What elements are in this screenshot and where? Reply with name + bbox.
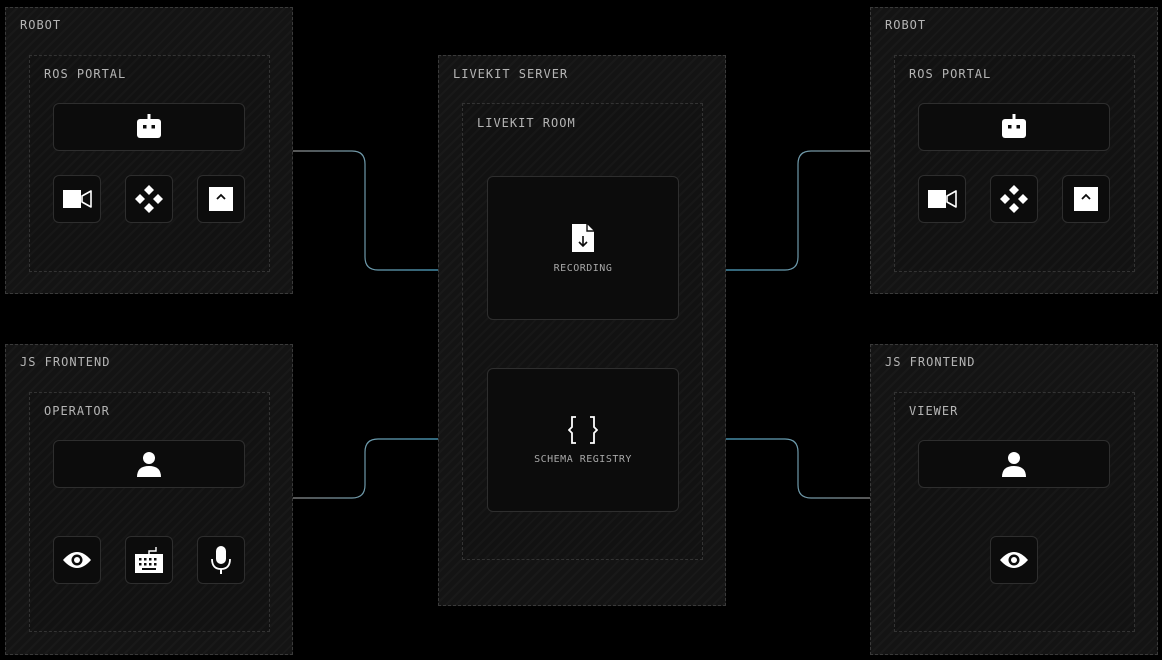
- robot-icon: [137, 114, 161, 138]
- user-icon: [1002, 452, 1026, 477]
- keyboard-icon: [135, 547, 163, 573]
- server-title: LIVEKIT SERVER: [453, 67, 569, 81]
- ros-portal-title: ROS PORTAL: [44, 67, 127, 81]
- caret-up-icon: [209, 187, 233, 211]
- frontend-title: JS FRONTEND: [20, 355, 111, 369]
- recording-label: RECORDING: [553, 262, 613, 274]
- microphone-node[interactable]: [197, 536, 245, 584]
- video-camera-icon: [63, 190, 92, 208]
- robot-node[interactable]: [53, 103, 245, 151]
- file-download-icon: [572, 223, 594, 252]
- schema-registry-node[interactable]: SCHEMA REGISTRY: [487, 368, 679, 512]
- recording-node[interactable]: RECORDING: [487, 176, 679, 320]
- room-title: LIVEKIT ROOM: [477, 116, 576, 130]
- caret-node[interactable]: [197, 175, 245, 223]
- video-node[interactable]: [918, 175, 966, 223]
- livekit-room-panel: LIVEKIT ROOM RECORDING SCHEMA REGISTRY: [462, 103, 703, 560]
- video-camera-icon: [928, 190, 957, 208]
- user-node[interactable]: [53, 440, 245, 488]
- gamepad-node[interactable]: [125, 175, 173, 223]
- frontend-panel-left: JS FRONTEND OPERATOR: [5, 344, 293, 655]
- ros-portal-panel: ROS PORTAL: [894, 55, 1135, 272]
- user-node[interactable]: [918, 440, 1110, 488]
- braces-icon: [568, 415, 598, 444]
- eye-icon: [63, 552, 91, 568]
- caret-node[interactable]: [1062, 175, 1110, 223]
- viewer-title: VIEWER: [909, 404, 959, 418]
- eye-icon: [1000, 552, 1028, 568]
- gamepad-icon: [1000, 185, 1028, 213]
- connector-frontend-left: [293, 438, 438, 499]
- viewer-panel: VIEWER: [894, 392, 1135, 632]
- eye-node[interactable]: [53, 536, 101, 584]
- ros-portal-panel: ROS PORTAL: [29, 55, 270, 272]
- video-node[interactable]: [53, 175, 101, 223]
- livekit-server-panel: LIVEKIT SERVER LIVEKIT ROOM RECORDING SC…: [438, 55, 726, 606]
- microphone-icon: [211, 546, 231, 574]
- robot-node[interactable]: [918, 103, 1110, 151]
- connector-frontend-right: [726, 438, 870, 499]
- gamepad-icon: [135, 185, 163, 213]
- frontend-title: JS FRONTEND: [885, 355, 976, 369]
- eye-node[interactable]: [990, 536, 1038, 584]
- operator-panel: OPERATOR: [29, 392, 270, 632]
- operator-title: OPERATOR: [44, 404, 110, 418]
- user-icon: [137, 452, 161, 477]
- robot-panel-right: ROBOT ROS PORTAL: [870, 7, 1158, 294]
- robot-title: ROBOT: [885, 18, 927, 32]
- keyboard-node[interactable]: [125, 536, 173, 584]
- caret-up-icon: [1074, 187, 1098, 211]
- schema-registry-label: SCHEMA REGISTRY: [534, 453, 632, 465]
- connector-robot-left: [293, 150, 438, 271]
- frontend-panel-right: JS FRONTEND VIEWER: [870, 344, 1158, 655]
- robot-icon: [1002, 114, 1026, 138]
- ros-portal-title: ROS PORTAL: [909, 67, 992, 81]
- robot-title: ROBOT: [20, 18, 62, 32]
- robot-panel-left: ROBOT ROS PORTAL: [5, 7, 293, 294]
- gamepad-node[interactable]: [990, 175, 1038, 223]
- connector-robot-right: [726, 150, 870, 271]
